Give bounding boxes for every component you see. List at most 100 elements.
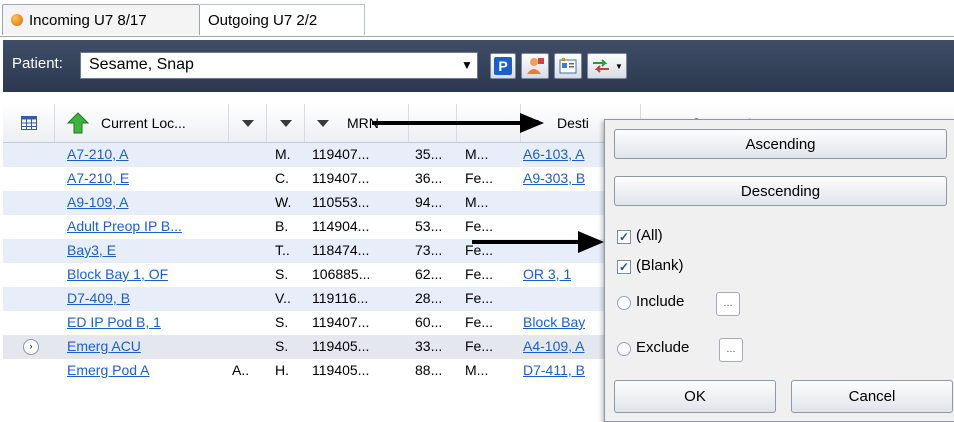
cancel-label: Cancel xyxy=(848,388,896,405)
cell-c6: Fe... xyxy=(465,314,494,330)
column-chooser[interactable] xyxy=(3,104,55,142)
p-button[interactable]: P xyxy=(490,53,516,79)
location-link[interactable]: A9-109, A xyxy=(67,194,129,210)
transfer-menu-button[interactable]: ▼ xyxy=(587,53,627,79)
cell-c5: 94... xyxy=(415,194,443,210)
exclude-ellipsis-button[interactable]: ... xyxy=(719,338,743,362)
status-dot-icon xyxy=(11,14,23,26)
cell-c6: Fe... xyxy=(465,170,494,186)
location-link[interactable]: ED IP Pod B, 1 xyxy=(67,314,161,330)
tab-bar: Incoming U7 8/17 Outgoing U7 2/2 xyxy=(0,0,954,37)
patient-label: Patient: xyxy=(12,55,63,72)
cell-c3: C. xyxy=(275,170,289,186)
include-label: Include xyxy=(636,293,685,310)
cell-c5: 62... xyxy=(415,266,443,282)
ascending-button[interactable]: Ascending xyxy=(614,129,947,159)
annotation-arrow-middle xyxy=(472,231,604,253)
ascending-label: Ascending xyxy=(745,135,816,153)
cell-c3: M. xyxy=(275,146,291,162)
annotation-arrow-top xyxy=(372,113,544,133)
destination-link[interactable]: A4-109, A xyxy=(523,338,585,354)
column-destination-label: Desti xyxy=(557,115,589,131)
destination-link[interactable]: A9-303, B xyxy=(523,170,585,186)
cell-c5: 73... xyxy=(415,242,443,258)
all-label: (All) xyxy=(636,227,663,244)
cell-c6: Fe... xyxy=(465,290,494,306)
location-link[interactable]: Emerg ACU xyxy=(67,338,141,354)
location-link[interactable]: Bay3, E xyxy=(67,242,116,258)
filter-dropdown-icon xyxy=(317,119,329,127)
all-checkbox[interactable]: ✓ xyxy=(617,230,631,244)
exclude-label: Exclude xyxy=(636,339,690,356)
column-filter-2[interactable] xyxy=(229,104,267,142)
cancel-button[interactable]: Cancel xyxy=(791,380,953,413)
cell-mrn: 119405... xyxy=(312,362,370,378)
filter-dropdown-icon xyxy=(241,119,254,127)
cell-c6: M... xyxy=(465,146,489,162)
location-link[interactable]: Block Bay 1, OF xyxy=(67,266,168,282)
cell-c6: M... xyxy=(465,362,489,378)
contact-card-icon xyxy=(559,58,577,74)
destination-link[interactable]: D7-411, B xyxy=(523,362,585,378)
location-link[interactable]: A7-210, A xyxy=(67,146,129,162)
patient-select[interactable]: Sesame, Snap xyxy=(80,52,478,79)
cell-c3: H. xyxy=(275,362,289,378)
ok-label: OK xyxy=(684,388,706,405)
include-ellipsis-button[interactable]: ... xyxy=(716,292,740,316)
cell-c5: 28... xyxy=(415,290,443,306)
expand-row-icon[interactable]: › xyxy=(23,339,39,355)
cell-c2: A.. xyxy=(232,362,250,378)
cell-c5: 60... xyxy=(415,314,443,330)
blank-label: (Blank) xyxy=(636,257,684,274)
column-filter-3[interactable] xyxy=(267,104,305,142)
cell-mrn: 118474... xyxy=(312,242,370,258)
blank-checkbox[interactable]: ✓ xyxy=(617,260,631,274)
cell-c6: Fe... xyxy=(465,266,494,282)
tab-incoming-label: Incoming U7 8/17 xyxy=(29,11,147,29)
patient-value: Sesame, Snap xyxy=(89,56,194,73)
destination-link[interactable]: OR 3, 1 xyxy=(523,266,571,282)
cell-c6: M... xyxy=(465,194,489,210)
cell-mrn: 110553... xyxy=(312,194,370,210)
cell-c5: 36... xyxy=(415,170,443,186)
cell-mrn: 119407... xyxy=(312,170,370,186)
cell-c5: 53... xyxy=(415,218,443,234)
contact-card-button[interactable] xyxy=(554,53,582,79)
destination-link[interactable]: A6-103, A xyxy=(523,146,585,162)
cell-c5: 33... xyxy=(415,338,443,354)
patient-photo-button[interactable] xyxy=(521,53,549,79)
column-filter-popup: Ascending Descending ✓ (All) ✓ (Blank) I… xyxy=(604,119,954,422)
cell-c3: S. xyxy=(275,338,289,354)
location-link[interactable]: A7-210, E xyxy=(67,170,129,186)
cell-c6: Fe... xyxy=(465,338,494,354)
cell-c3: B. xyxy=(275,218,289,234)
tab-outgoing-label: Outgoing U7 2/2 xyxy=(208,11,318,29)
person-icon xyxy=(527,58,544,74)
swap-arrows-icon xyxy=(593,59,610,73)
cell-c3: S. xyxy=(275,266,289,282)
location-link[interactable]: D7-409, B xyxy=(67,290,130,306)
tab-incoming[interactable]: Incoming U7 8/17 xyxy=(2,4,200,35)
cell-mrn: 119407... xyxy=(312,314,370,330)
grid-icon xyxy=(20,116,37,130)
include-radio[interactable] xyxy=(617,296,631,310)
patient-dropdown-icon[interactable]: ▼ xyxy=(461,58,473,72)
destination-link[interactable]: Block Bay xyxy=(523,314,585,330)
ellipsis-label: ... xyxy=(726,343,736,355)
column-current-location-label: Current Loc... xyxy=(101,115,186,131)
cell-mrn: 119405... xyxy=(312,338,370,354)
location-link[interactable]: Adult Preop IP B... xyxy=(67,218,182,234)
descending-button[interactable]: Descending xyxy=(614,176,947,206)
cell-c5: 88... xyxy=(415,362,443,378)
column-current-location[interactable]: Current Loc... xyxy=(55,104,229,142)
exclude-radio[interactable] xyxy=(617,342,631,356)
p-icon: P xyxy=(494,57,512,75)
location-link[interactable]: Emerg Pod A xyxy=(67,362,150,378)
chevron-down-icon: ▼ xyxy=(615,61,623,71)
cell-c3: W. xyxy=(275,194,292,210)
cell-c5: 35... xyxy=(415,146,443,162)
ok-button[interactable]: OK xyxy=(614,380,776,413)
cell-mrn: 106885... xyxy=(312,266,371,282)
descending-label: Descending xyxy=(740,182,821,200)
tab-outgoing[interactable]: Outgoing U7 2/2 xyxy=(200,4,365,35)
